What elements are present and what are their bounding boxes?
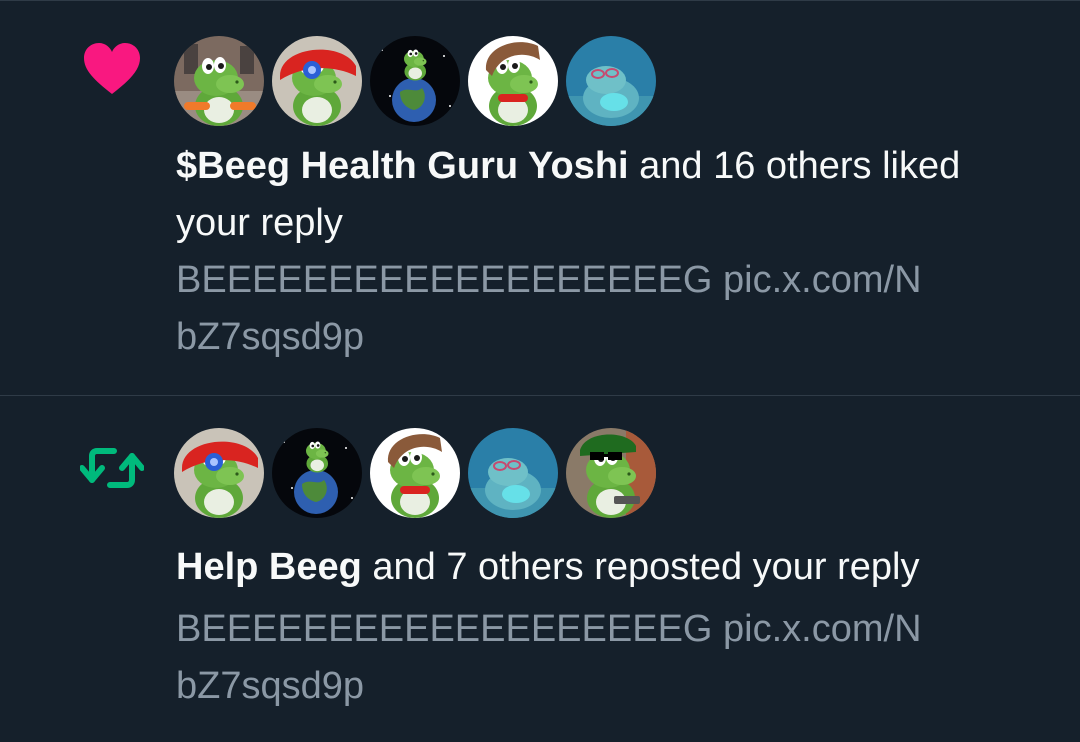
preview-text: BEEEEEEEEEEEEEEEEEEEG xyxy=(176,259,724,301)
repost-icon xyxy=(79,436,145,500)
earth-yoshi-avatar[interactable] xyxy=(370,36,460,126)
actor-name-link[interactable]: Help Beeg xyxy=(176,546,362,588)
notification-text: Help Beeg and 7 others reposted your rep… xyxy=(176,539,1036,596)
brown-hair-yoshi-avatar[interactable] xyxy=(370,428,460,518)
earth-yoshi-avatar[interactable] xyxy=(272,428,362,518)
gym-yoshi-avatar[interactable] xyxy=(174,36,264,126)
reply-preview[interactable]: BEEEEEEEEEEEEEEEEEEEG pic.x.com/NbZ7sqsd… xyxy=(176,601,936,715)
helmet-yoshi-avatar[interactable] xyxy=(272,36,362,126)
brown-hair-yoshi-avatar[interactable] xyxy=(468,36,558,126)
underwater-yoshi-avatar[interactable] xyxy=(468,428,558,518)
helmet-yoshi-avatar[interactable] xyxy=(174,428,264,518)
underwater-yoshi-avatar[interactable] xyxy=(566,36,656,126)
reply-preview[interactable]: BEEEEEEEEEEEEEEEEEEEG pic.x.com/NbZ7sqsd… xyxy=(176,252,936,366)
avatar-stack xyxy=(174,36,664,128)
notification-text: $Beeg Health Guru Yoshi and 16 others li… xyxy=(176,138,1036,252)
like-notification[interactable]: $Beeg Health Guru Yoshi and 16 others li… xyxy=(0,0,1080,395)
preview-text: BEEEEEEEEEEEEEEEEEEEG xyxy=(176,608,724,650)
heart-icon xyxy=(80,38,144,102)
repost-notification[interactable]: Help Beeg and 7 others reposted your rep… xyxy=(0,396,1080,742)
sunglasses-yoshi-avatar[interactable] xyxy=(566,428,656,518)
action-text: and 7 others reposted your reply xyxy=(361,546,920,588)
notifications-feed: $Beeg Health Guru Yoshi and 16 others li… xyxy=(0,0,1080,742)
actor-name-link[interactable]: $Beeg Health Guru Yoshi xyxy=(176,145,629,187)
avatar-stack xyxy=(174,428,664,520)
